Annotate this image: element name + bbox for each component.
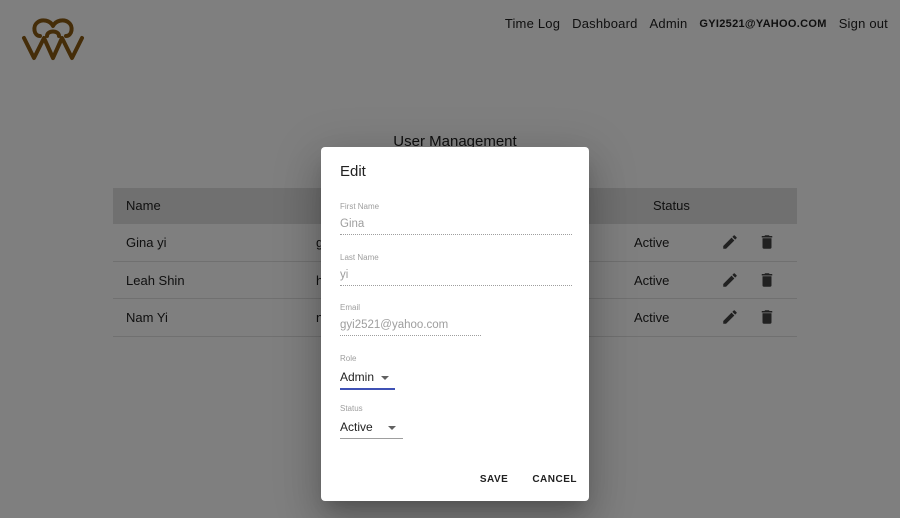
role-value: Admin xyxy=(340,370,375,384)
last-name-field: Last Name yi xyxy=(340,253,572,286)
save-button[interactable]: SAVE xyxy=(480,470,509,489)
cancel-button[interactable]: CANCEL xyxy=(532,470,577,489)
status-field: Status Active xyxy=(340,404,403,439)
dialog-title: Edit xyxy=(340,163,366,180)
last-name-label: Last Name xyxy=(340,253,379,262)
email-label: Email xyxy=(340,303,361,312)
dropdown-arrow-icon xyxy=(387,425,396,430)
dropdown-arrow-icon xyxy=(381,375,390,380)
status-select[interactable]: Active xyxy=(340,420,403,439)
role-select[interactable]: Admin xyxy=(340,370,395,390)
edit-user-dialog: Edit First Name Gina Last Name yi Email … xyxy=(321,147,589,501)
email-input[interactable]: gyi2521@yahoo.com xyxy=(340,319,481,336)
email-field: Email gyi2521@yahoo.com xyxy=(340,303,481,336)
first-name-field: First Name Gina xyxy=(340,202,572,235)
status-value: Active xyxy=(340,420,373,434)
status-label: Status xyxy=(340,404,363,413)
dialog-actions: SAVE CANCEL xyxy=(456,470,577,489)
role-label: Role xyxy=(340,354,357,363)
last-name-input[interactable]: yi xyxy=(340,269,572,286)
first-name-input[interactable]: Gina xyxy=(340,218,572,235)
role-field: Role Admin xyxy=(340,354,395,390)
first-name-label: First Name xyxy=(340,202,380,211)
